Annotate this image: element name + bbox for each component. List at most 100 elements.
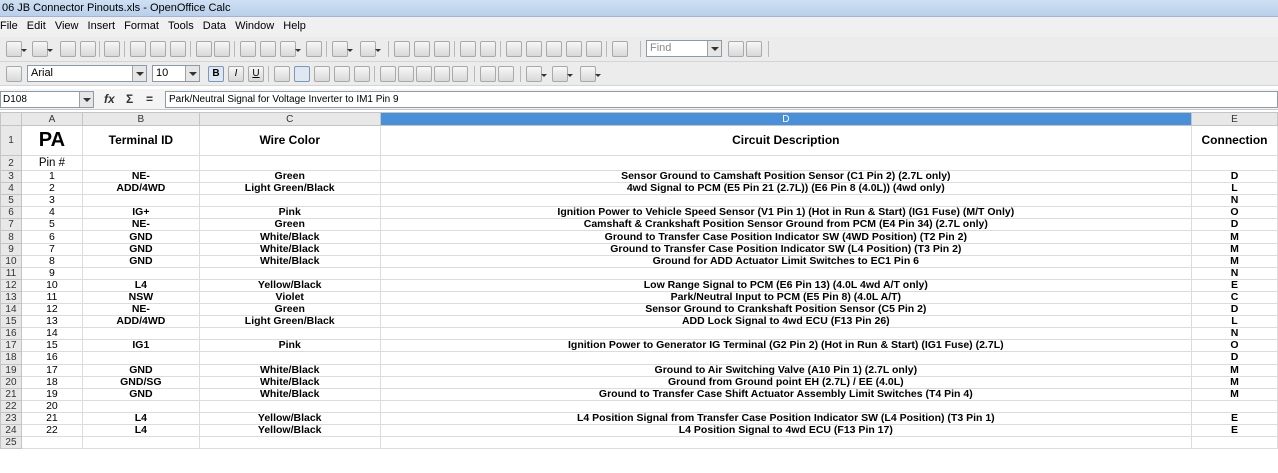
cell-d[interactable]: [379, 399, 1193, 413]
select-all-corner[interactable]: [0, 112, 22, 126]
row-header[interactable]: 24: [0, 423, 22, 438]
print-icon[interactable]: [150, 41, 166, 57]
cell-a[interactable]: 13: [20, 315, 83, 329]
cell-c[interactable]: White/Black: [198, 387, 381, 401]
cell-c[interactable]: [198, 327, 381, 341]
cell-c[interactable]: Wire Color: [198, 125, 381, 156]
cell-a[interactable]: 12: [20, 303, 83, 317]
cell-b[interactable]: L4: [81, 411, 200, 425]
row-header[interactable]: 22: [0, 399, 22, 413]
find-input[interactable]: Find: [646, 40, 722, 57]
gallery-icon[interactable]: [546, 41, 562, 57]
cell-c[interactable]: [198, 155, 381, 171]
cell-c[interactable]: Light Green/Black: [198, 182, 381, 196]
hyperlink-icon[interactable]: [394, 41, 410, 57]
sort-ascending-icon[interactable]: [414, 41, 430, 57]
menu-edit[interactable]: Edit: [27, 17, 46, 36]
cell-a[interactable]: 9: [20, 266, 83, 280]
cell-e[interactable]: M: [1191, 230, 1278, 244]
cell-e[interactable]: N: [1191, 194, 1278, 208]
cell-b[interactable]: NE-: [81, 169, 200, 184]
cell-c[interactable]: Yellow/Black: [198, 423, 381, 438]
cell-b[interactable]: GND: [81, 254, 200, 268]
copy-icon[interactable]: [260, 41, 276, 57]
cell-e[interactable]: [1191, 399, 1278, 413]
row-header[interactable]: 9: [0, 242, 22, 256]
open-folder-icon[interactable]: [32, 41, 53, 57]
cell-c[interactable]: Green: [198, 303, 381, 317]
cell-a[interactable]: 15: [20, 339, 83, 353]
cell-a[interactable]: [20, 436, 83, 450]
font-size-dropdown-icon[interactable]: [185, 66, 199, 81]
cell-b[interactable]: [81, 155, 200, 171]
align-center-icon[interactable]: [294, 66, 310, 82]
cell-d[interactable]: Ground for ADD Actuator Limit Switches t…: [379, 254, 1193, 268]
cell-d[interactable]: Camshaft & Crankshaft Position Sensor Gr…: [379, 218, 1193, 232]
cell-b[interactable]: NE-: [81, 303, 200, 317]
font-color-icon[interactable]: [580, 66, 601, 82]
row-header[interactable]: 21: [0, 387, 22, 401]
bold-button[interactable]: B: [208, 66, 224, 82]
row-header[interactable]: 19: [0, 363, 22, 377]
row-header[interactable]: 8: [0, 230, 22, 244]
cell-e[interactable]: L: [1191, 315, 1278, 329]
cell-a[interactable]: 3: [20, 194, 83, 208]
cell-e[interactable]: N: [1191, 266, 1278, 280]
cell-d[interactable]: 4wd Signal to PCM (E5 Pin 21 (2.7L)) (E6…: [379, 182, 1193, 196]
cell-b[interactable]: ADD/4WD: [81, 315, 200, 329]
row-header[interactable]: 7: [0, 218, 22, 232]
cell-b[interactable]: IG1: [81, 339, 200, 353]
cell-d[interactable]: Ground to Transfer Case Shift Actuator A…: [379, 387, 1193, 401]
row-header[interactable]: 11: [0, 266, 22, 280]
cell-d[interactable]: Sensor Ground to Crankshaft Position Sen…: [379, 303, 1193, 317]
export-pdf-icon[interactable]: [130, 41, 146, 57]
cell-d[interactable]: Ground to Transfer Case Position Indicat…: [379, 230, 1193, 244]
cell-e[interactable]: O: [1191, 206, 1278, 220]
menu-window[interactable]: Window: [235, 17, 274, 36]
font-size-select[interactable]: 10: [152, 65, 200, 82]
redo-icon[interactable]: [360, 41, 381, 57]
increase-indent-icon[interactable]: [498, 66, 514, 82]
zoom-icon[interactable]: [586, 41, 602, 57]
spellcheck-icon[interactable]: [196, 41, 212, 57]
cell-b[interactable]: NSW: [81, 290, 200, 305]
cell-c[interactable]: Green: [198, 169, 381, 184]
cell-a[interactable]: 5: [20, 218, 83, 232]
justify-icon[interactable]: [334, 66, 350, 82]
cell-e[interactable]: M: [1191, 242, 1278, 256]
cell-d[interactable]: Park/Neutral Input to PCM (E5 Pin 8) (4.…: [379, 290, 1193, 305]
name-box-dropdown-icon[interactable]: [79, 92, 93, 107]
find-next-icon[interactable]: [728, 41, 744, 57]
italic-button[interactable]: I: [228, 66, 244, 82]
menu-file[interactable]: File: [0, 17, 18, 36]
cell-b[interactable]: [81, 436, 200, 450]
underline-button[interactable]: U: [248, 66, 264, 82]
cell-e[interactable]: D: [1191, 169, 1278, 184]
cell-c[interactable]: [198, 399, 381, 413]
cell-b[interactable]: GND/SG: [81, 375, 200, 389]
cell-b[interactable]: IG+: [81, 206, 200, 220]
cell-a[interactable]: 7: [20, 242, 83, 256]
cell-c[interactable]: Violet: [198, 290, 381, 305]
data-sources-icon[interactable]: [566, 41, 582, 57]
cell-c[interactable]: Pink: [198, 339, 381, 353]
cell-d[interactable]: [379, 327, 1193, 341]
cell-a[interactable]: 6: [20, 230, 83, 244]
cell-e[interactable]: M: [1191, 375, 1278, 389]
cell-c[interactable]: Yellow/Black: [198, 411, 381, 425]
cell-b[interactable]: L4: [81, 423, 200, 438]
cell-a[interactable]: 14: [20, 327, 83, 341]
cell-c[interactable]: White/Black: [198, 242, 381, 256]
cell-b[interactable]: [81, 266, 200, 280]
cell-e[interactable]: [1191, 155, 1278, 171]
help-icon[interactable]: [612, 41, 628, 57]
find-dropdown-icon[interactable]: [707, 41, 721, 56]
row-header[interactable]: 6: [0, 206, 22, 220]
align-right-icon[interactable]: [314, 66, 330, 82]
menu-help[interactable]: Help: [283, 17, 306, 36]
cell-e[interactable]: L: [1191, 182, 1278, 196]
cell-e[interactable]: M: [1191, 254, 1278, 268]
row-header[interactable]: 12: [0, 278, 22, 292]
menu-insert[interactable]: Insert: [88, 17, 116, 36]
cell-d[interactable]: Ground to Transfer Case Position Indicat…: [379, 242, 1193, 256]
